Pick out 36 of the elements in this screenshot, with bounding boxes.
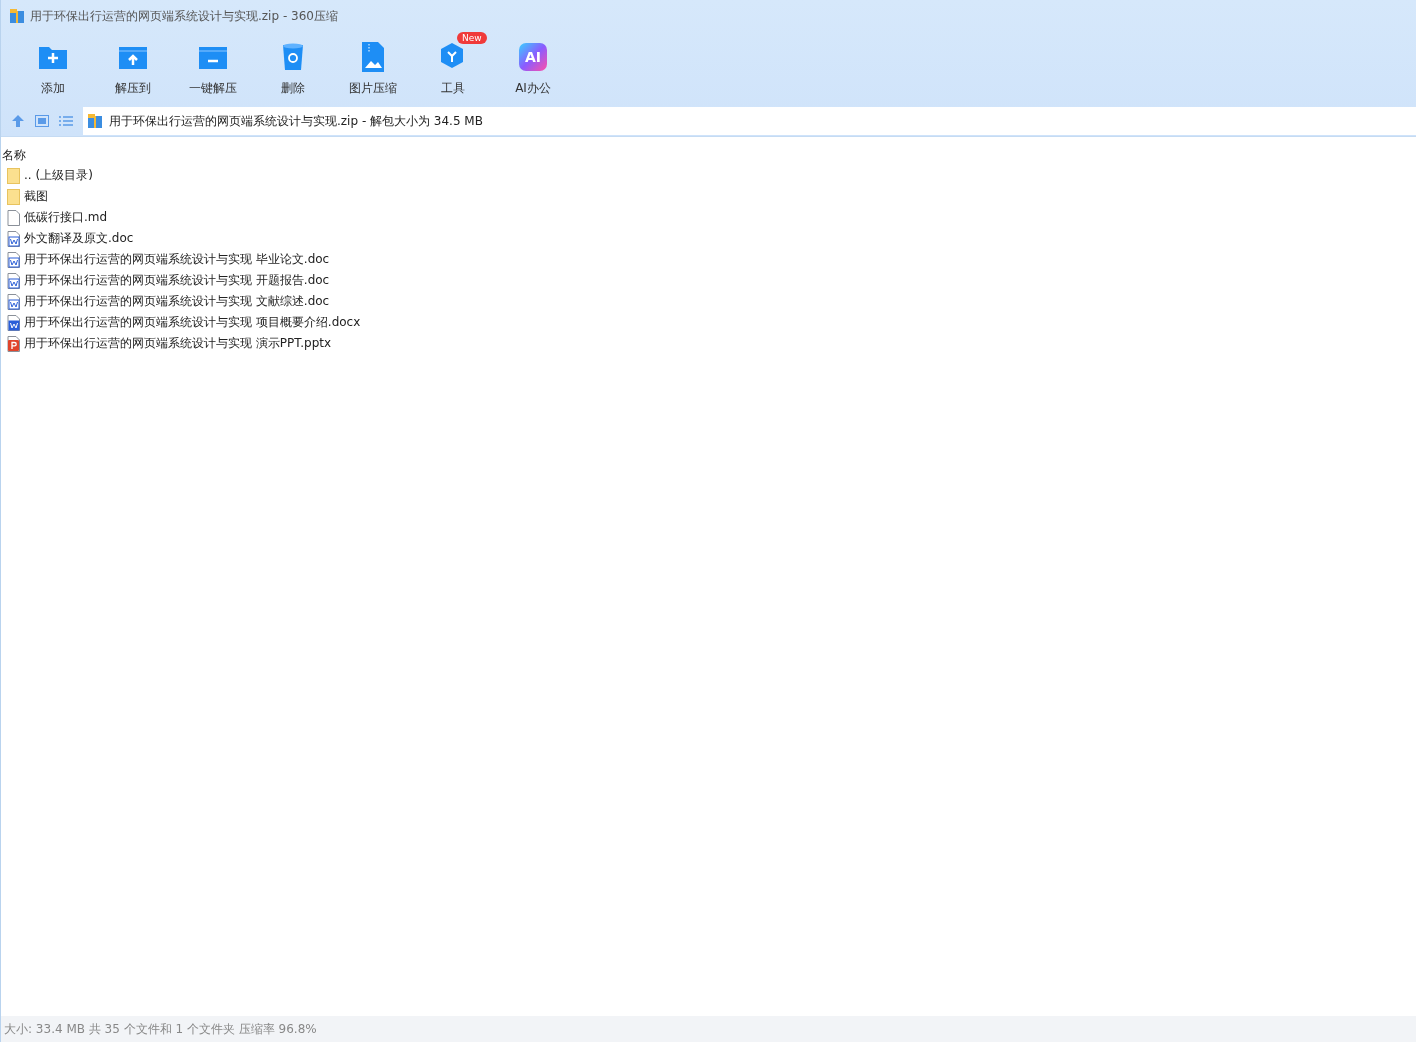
file-icon <box>7 209 21 226</box>
archive-icon <box>87 113 103 129</box>
file-name[interactable]: 截图 <box>24 188 48 205</box>
file-name[interactable]: 低碳行接口.md <box>24 209 108 226</box>
word-document-icon <box>7 251 21 268</box>
word-document-icon <box>7 272 21 289</box>
new-badge: New <box>457 32 487 44</box>
toolbar-button[interactable]: 添加 <box>13 32 93 106</box>
file-name[interactable]: 用于环保出行运营的网页端系统设计与实现 项目概要介绍.docx <box>24 314 361 331</box>
thumbnail-view-icon[interactable] <box>35 115 49 127</box>
address-field[interactable]: 用于环保出行运营的网页端系统设计与实现.zip - 解包大小为 34.5 MB <box>83 107 1416 135</box>
toolbar-button[interactable]: 一键解压 <box>173 32 253 106</box>
toolbar-button[interactable]: 解压到 <box>93 32 173 106</box>
folder-icon <box>7 188 21 205</box>
status-bar: 大小: 33.4 MB 共 35 个文件和 1 个文件夹 压缩率 96.8% <box>1 1016 1416 1042</box>
archive-icon <box>9 8 25 24</box>
column-header[interactable]: 名称 <box>1 145 1416 165</box>
ai-logo-icon: AI <box>519 43 547 71</box>
list-view-icon[interactable] <box>59 115 73 127</box>
word-document-icon <box>7 230 21 247</box>
file-name[interactable]: 用于环保出行运营的网页端系统设计与实现 开题报告.doc <box>24 272 330 289</box>
presentation-file-icon <box>7 335 21 352</box>
up-arrow-icon[interactable] <box>11 114 25 128</box>
word-document-icon <box>7 314 21 331</box>
toolbar-button[interactable]: 图片压缩 <box>333 32 413 106</box>
file-name[interactable]: 用于环保出行运营的网页端系统设计与实现 文献综述.doc <box>24 293 330 310</box>
toolbar-button[interactable]: New 工具 <box>413 32 493 106</box>
file-name[interactable]: 用于环保出行运营的网页端系统设计与实现 演示PPT.pptx <box>24 335 332 352</box>
folder-icon <box>7 167 21 184</box>
word-document-icon <box>7 293 21 310</box>
window-title: 用于环保出行运营的网页端系统设计与实现.zip - 360压缩 <box>30 7 338 25</box>
file-name[interactable]: .. (上级目录) <box>24 167 93 184</box>
toolbar-button[interactable]: AI AI办公 <box>493 32 573 106</box>
file-name[interactable]: 用于环保出行运营的网页端系统设计与实现 毕业论文.doc <box>24 251 330 268</box>
file-name[interactable]: 外文翻译及原文.doc <box>24 230 134 247</box>
toolbar-button[interactable]: 删除 <box>253 32 333 106</box>
